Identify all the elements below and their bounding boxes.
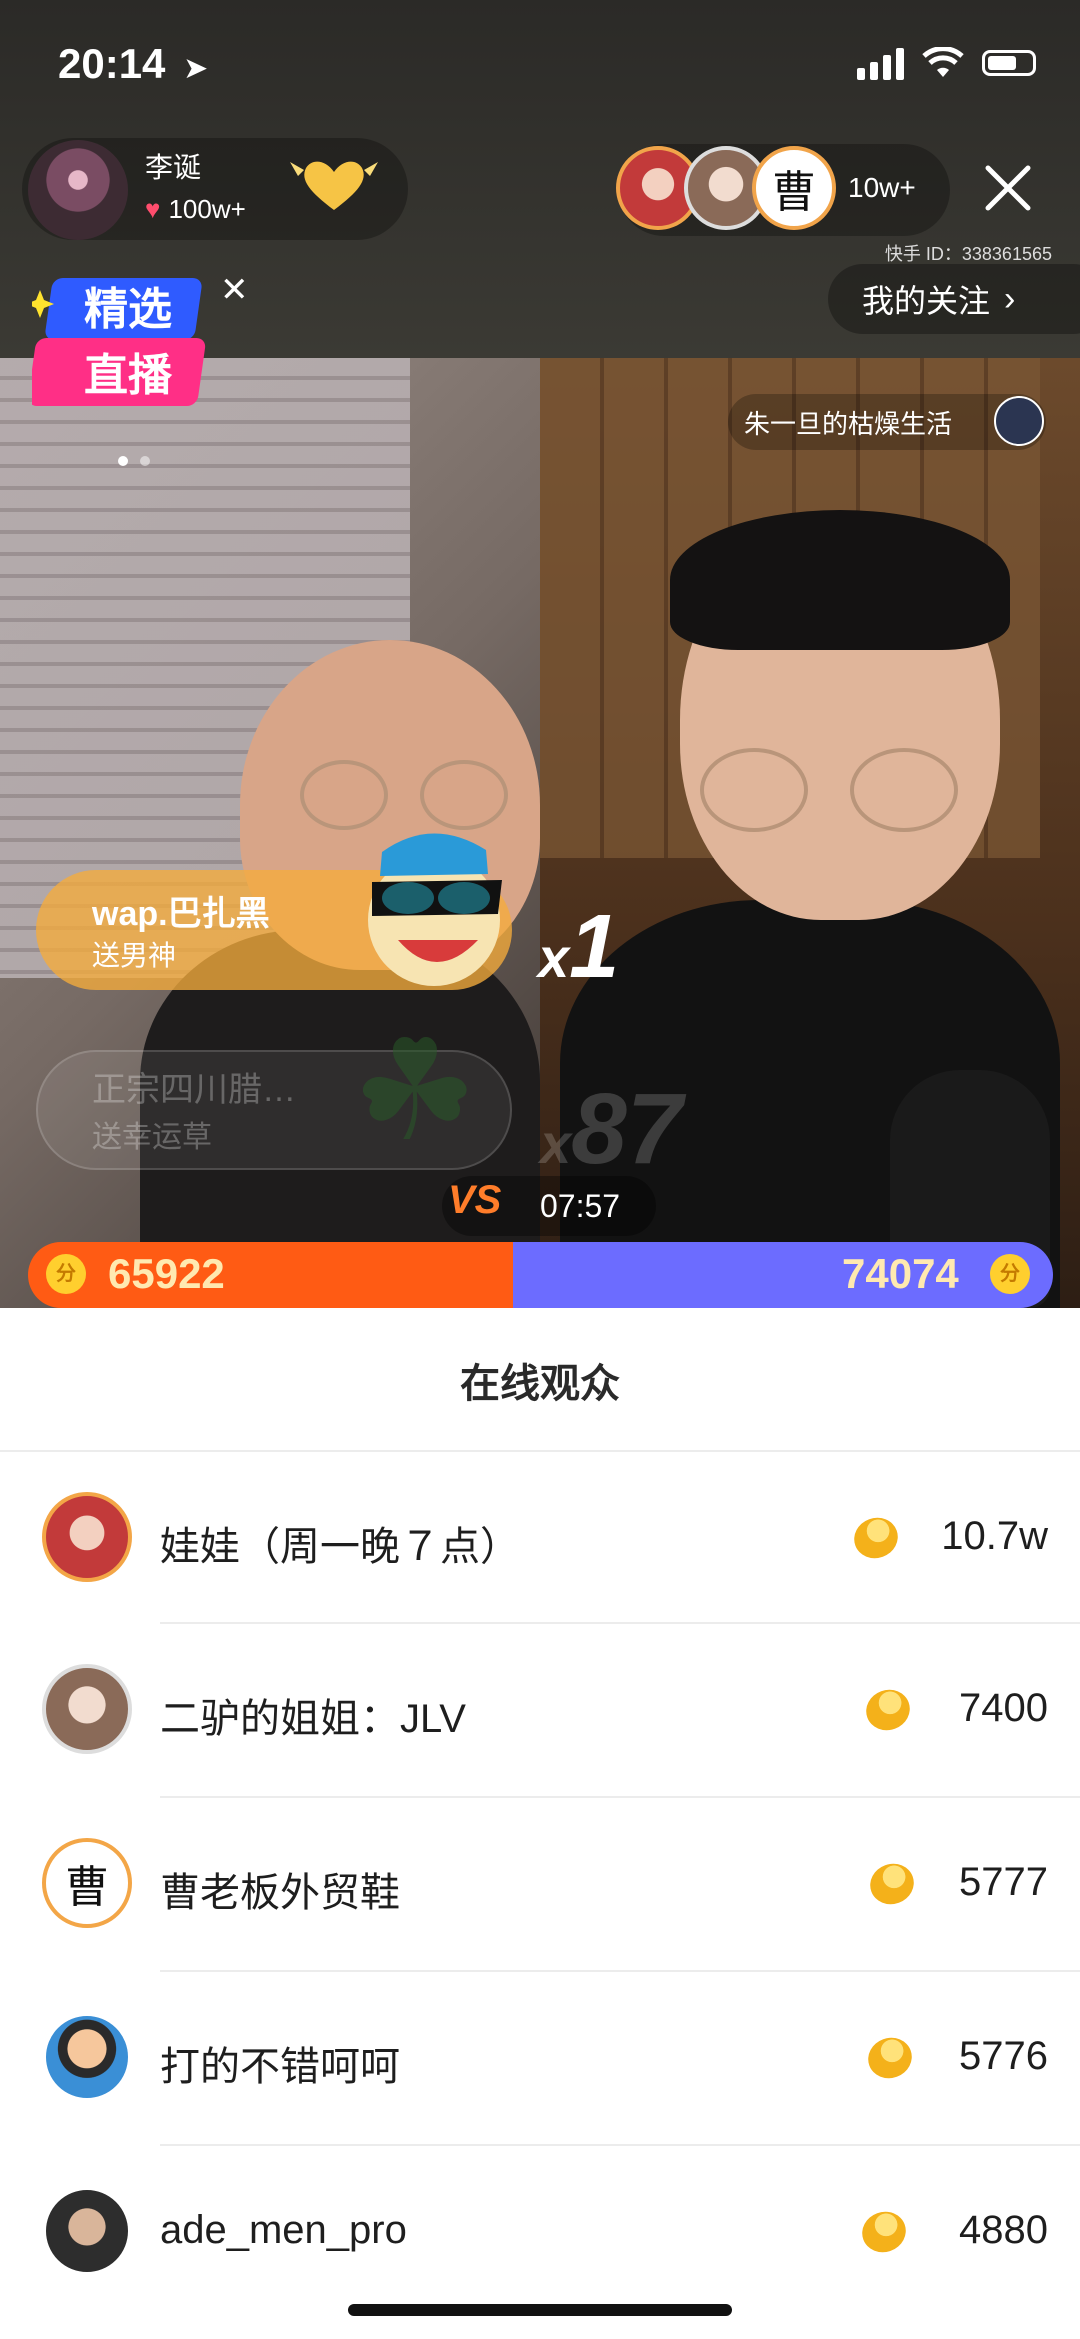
host-name: 李诞 (145, 152, 202, 183)
gift-count-faded-value: 87 (571, 1073, 683, 1185)
audience-name: 娃娃（周一晚７点） (160, 1525, 520, 1569)
right-glasses (850, 748, 958, 832)
fan-club-heart-icon[interactable] (290, 152, 378, 216)
gift-count-value: 1 (569, 897, 620, 997)
right-streamer-hair (670, 510, 1010, 650)
heart-icon: ♥ (145, 194, 161, 224)
close-icon[interactable] (982, 162, 1034, 214)
pk-timer: 07:57 (540, 1188, 621, 1224)
status-icons (857, 46, 1036, 80)
audience-avatar[interactable] (42, 1492, 132, 1582)
peer-streamer-avatar[interactable] (994, 396, 1044, 446)
status-time: 20:14 ➤ (58, 40, 208, 88)
gift-text-faded: 送幸运草 (92, 1121, 212, 1154)
gift-text: 送男神 (92, 940, 177, 971)
cool-face-gift-icon (368, 833, 502, 986)
host-likes: ♥ 100w+ (145, 194, 246, 225)
page-dots (118, 456, 150, 466)
audience-avatar[interactable] (42, 2186, 132, 2276)
wifi-icon (922, 47, 964, 77)
audience-avatar[interactable] (42, 2012, 132, 2102)
gift-sender-faded: 正宗四川腊… (92, 1071, 296, 1109)
signal-icon (857, 46, 904, 80)
gift-count: x1 (538, 897, 620, 997)
my-follows-button[interactable]: 我的关注 › (828, 264, 1080, 334)
gift-count-faded: x87 (540, 1073, 683, 1185)
audience-value: 7400 (959, 1686, 1048, 1730)
left-score: 65922 (108, 1250, 225, 1297)
gift-sender: wap.巴扎黑 (92, 895, 270, 933)
host-avatar[interactable] (28, 140, 128, 240)
audience-avatar[interactable] (42, 1664, 132, 1754)
kuaishou-id: 快手 ID：338361565 (884, 244, 1052, 264)
left-score-bar (28, 1242, 513, 1308)
top-viewer-avatar[interactable]: 曹 (752, 146, 836, 230)
score-coin-icon: 分 (46, 1254, 86, 1294)
panel-title: 在线观众 (460, 1362, 620, 1406)
right-score-bar (513, 1242, 1053, 1308)
audience-value: 5777 (959, 1860, 1048, 1904)
host-likes-count: 100w+ (168, 194, 246, 224)
score-coin-icon: 分 (990, 1254, 1030, 1294)
viewers-count[interactable]: 10w+ (848, 172, 916, 204)
right-score: 74074 (842, 1250, 959, 1297)
home-indicator[interactable] (348, 2304, 732, 2316)
vs-icon: VS (448, 1178, 502, 1222)
audience-value: 4880 (959, 2208, 1048, 2252)
audience-name: 曹老板外贸鞋 (160, 1871, 400, 1915)
peer-streamer-name: 朱一旦的枯燥生活 (744, 409, 953, 439)
left-glasses (420, 760, 508, 830)
badge-line1: 精选 (84, 284, 172, 335)
clock-text: 20:14 (58, 40, 166, 87)
audience-name: ade_men_pro (160, 2208, 407, 2252)
featured-live-badge[interactable]: 精选 直播 (32, 270, 242, 420)
right-glasses (700, 748, 808, 832)
left-glasses (300, 760, 388, 830)
audience-value: 5776 (959, 2034, 1048, 2078)
my-follows-label: 我的关注 (862, 283, 991, 319)
audience-name: 二驴的姐姐：JLV (160, 1697, 466, 1741)
location-arrow-icon: ➤ (183, 52, 209, 85)
chevron-right-icon: › (1004, 279, 1016, 318)
battery-icon (982, 50, 1036, 76)
audience-value: 10.7w (941, 1514, 1048, 1558)
badge-line2: 直播 (84, 350, 173, 401)
badge-close-icon[interactable]: ✕ (220, 270, 249, 310)
audience-name: 打的不错呵呵 (160, 2045, 400, 2089)
audience-avatar[interactable]: 曹 (42, 1838, 132, 1928)
clover-gift-icon: ☘ (352, 1012, 478, 1169)
